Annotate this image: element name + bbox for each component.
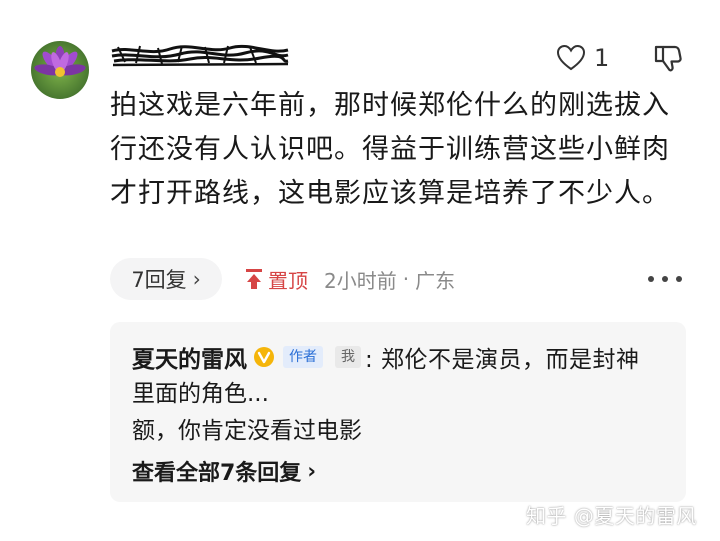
thumbs-down-icon[interactable] — [652, 42, 684, 74]
avatar[interactable] — [31, 41, 89, 99]
watermark: 知乎 @夏天的雷风 — [526, 504, 697, 528]
pin-icon — [246, 269, 262, 289]
comment-time: 2小时前 — [324, 268, 397, 293]
meta-separator: · — [402, 267, 410, 291]
replies-button[interactable]: 7回复 › — [110, 258, 222, 300]
replies-label: 7回复 — [131, 268, 187, 292]
view-all-replies-link[interactable]: 查看全部7条回复 › — [132, 455, 316, 487]
comment-meta: 置顶 2小时前 · 广东 — [244, 265, 455, 293]
more-icon[interactable] — [646, 270, 684, 288]
like-button[interactable]: 1 — [556, 43, 609, 73]
chevron-right-icon: › — [307, 459, 316, 483]
reply-preview[interactable]: 夏天的雷风 作者 我 : 郑伦不是演员，而是封神 里面的角色... 额，你肯定没… — [110, 322, 686, 502]
pinned-label: 置顶 — [268, 268, 308, 293]
author-tag: 作者 — [283, 346, 323, 368]
reply-author[interactable]: 夏天的雷风 — [132, 340, 247, 374]
comment-text: 拍这戏是六年前，那时候郑伦什么的刚选拔入行还没有人认识吧。得益于训练营这些小鲜肉… — [110, 90, 670, 209]
reply-text-continued: 里面的角色... — [132, 381, 269, 407]
like-count: 1 — [594, 44, 610, 72]
reply-text: : 郑伦不是演员，而是封神 — [365, 347, 640, 373]
heart-icon — [556, 44, 586, 71]
chevron-right-icon: › — [192, 267, 201, 291]
reply-first-line: 夏天的雷风 作者 我 : 郑伦不是演员，而是封神 — [132, 340, 640, 374]
reply-text-second: 额，你肯定没看过电影 — [132, 418, 362, 444]
comment-location: 广东 — [415, 268, 456, 293]
me-tag: 我 — [335, 346, 361, 368]
verified-badge-icon — [254, 347, 274, 367]
username-redacted[interactable] — [110, 42, 290, 68]
view-all-label: 查看全部7条回复 — [132, 461, 302, 486]
